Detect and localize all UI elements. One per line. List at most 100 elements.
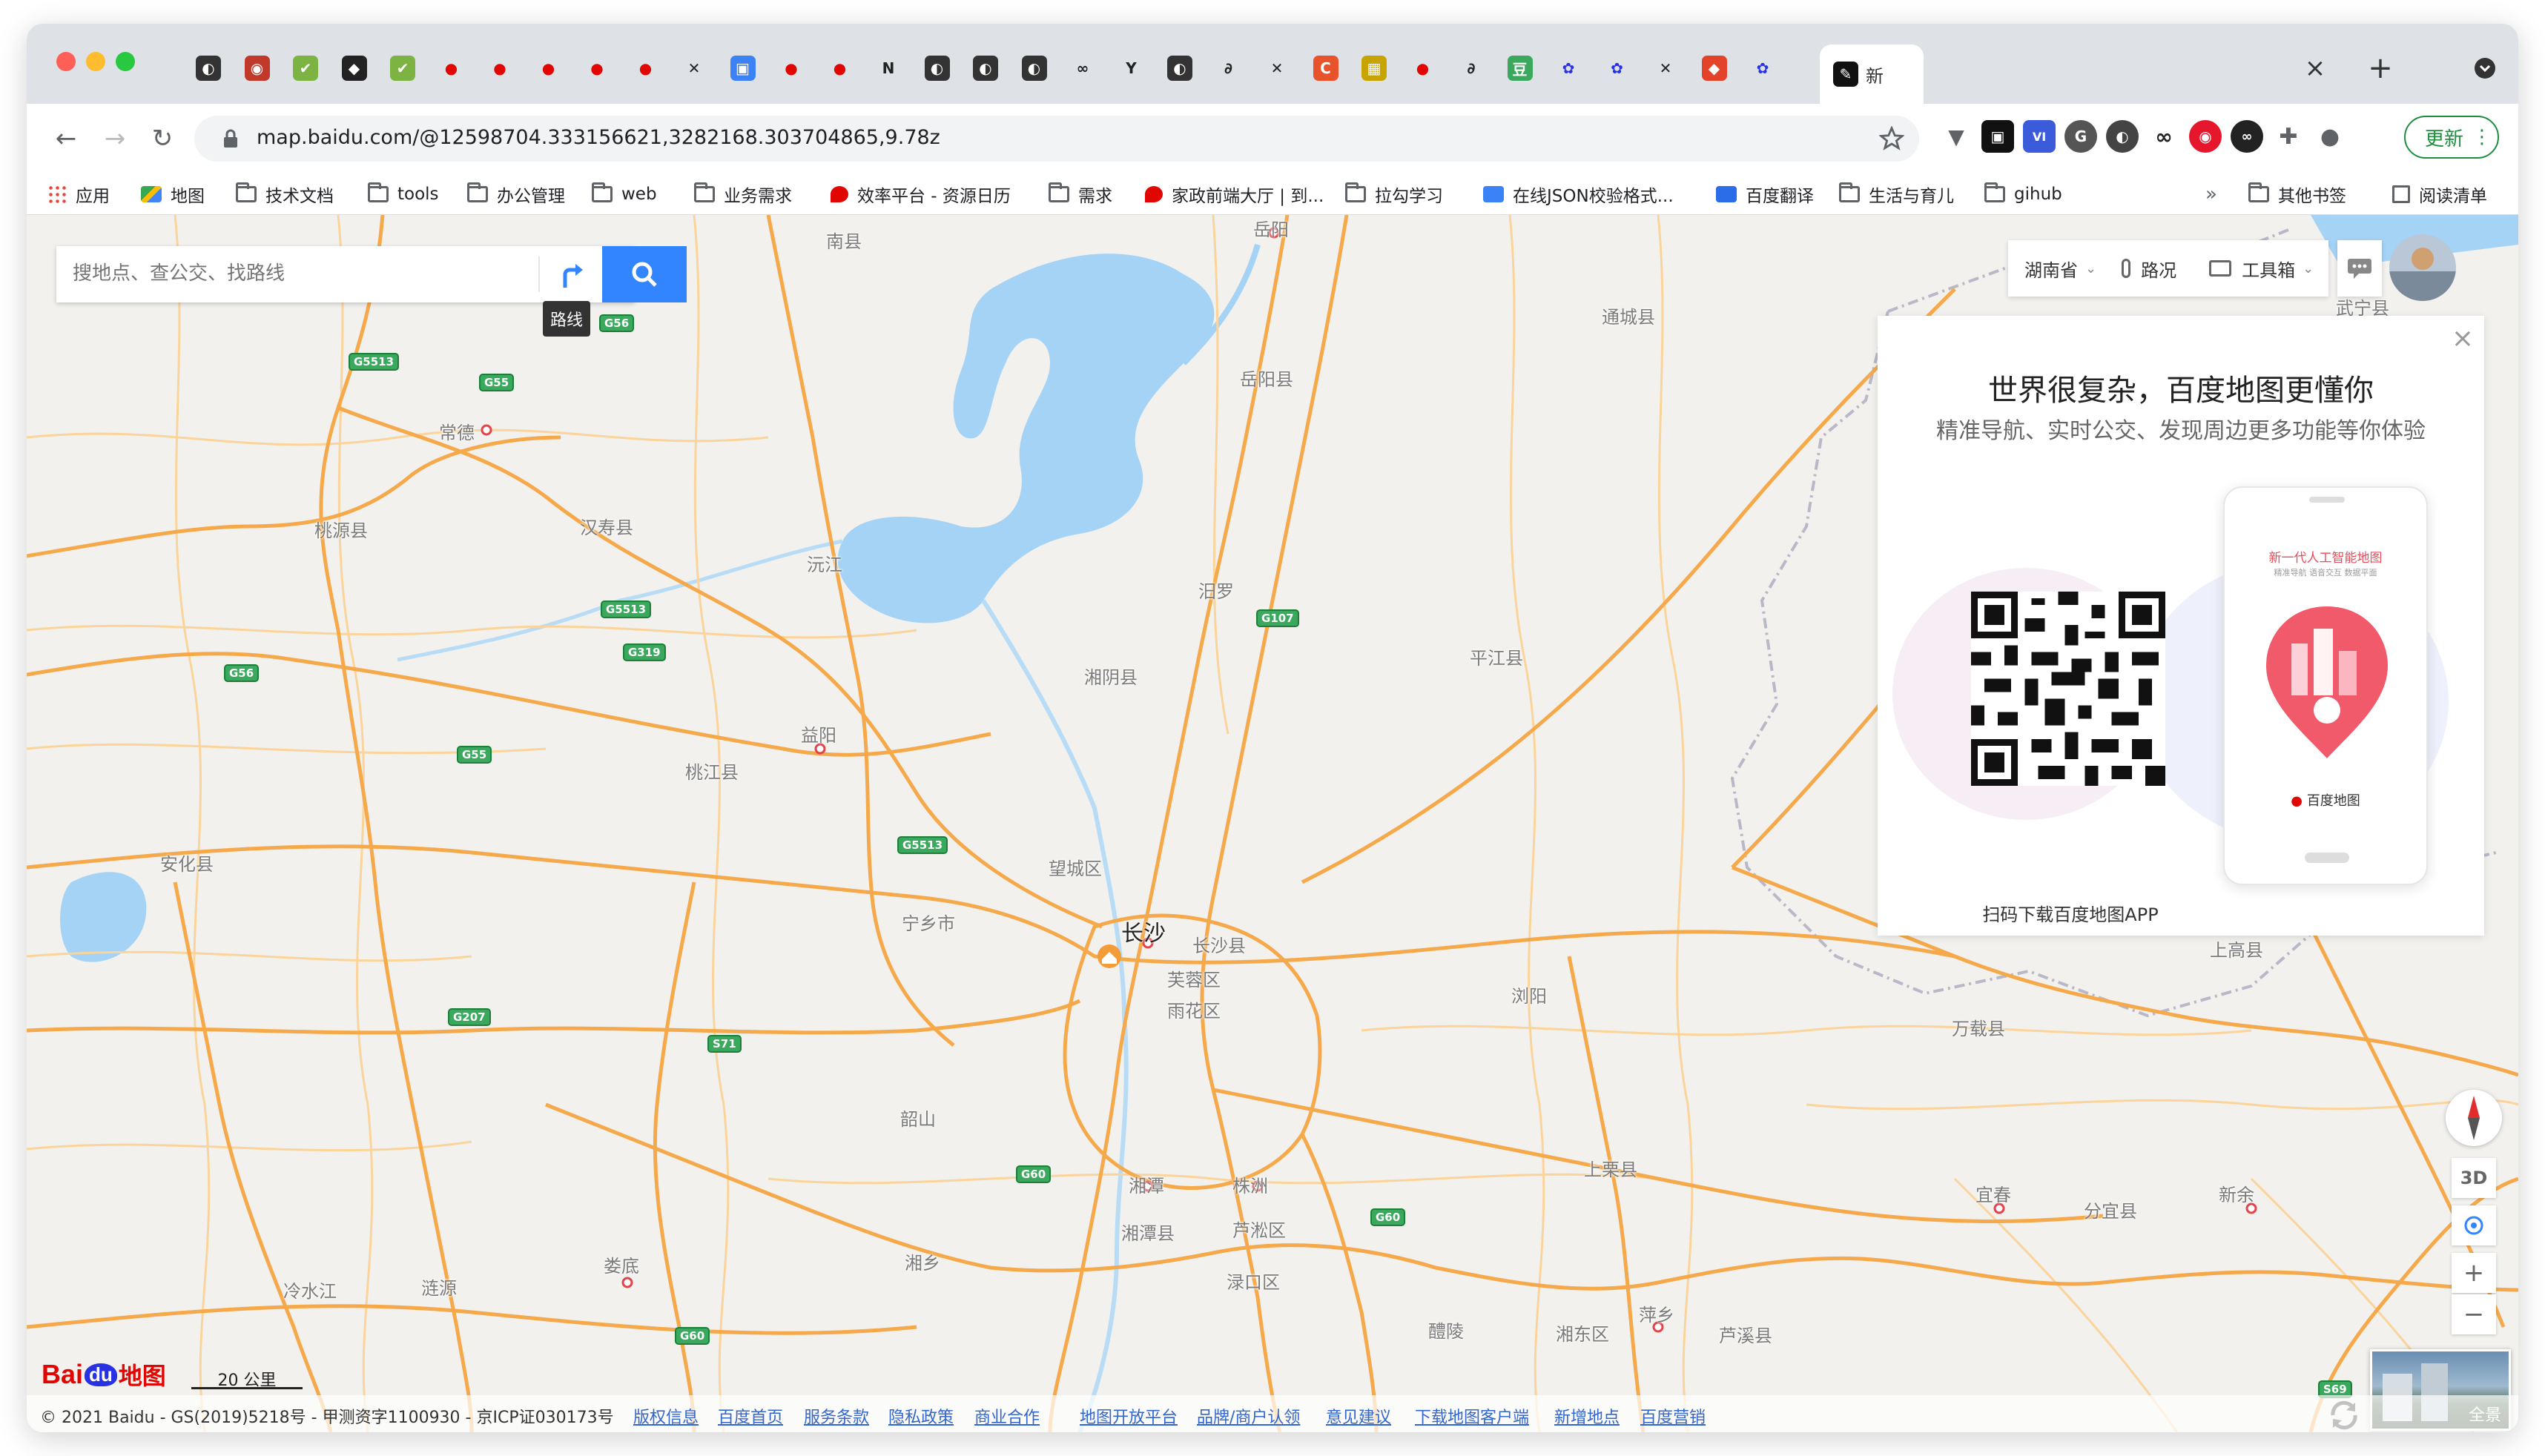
place-label[interactable]: 益阳 — [801, 721, 836, 747]
tab-10[interactable]: ● — [623, 46, 669, 90]
tab-16[interactable]: ◐ — [914, 46, 960, 90]
bookmark-item[interactable]: 生活与育儿 — [1839, 179, 1954, 209]
tab-1[interactable]: ◐ — [185, 46, 231, 90]
footer-link[interactable]: 商业合作 — [974, 1404, 1040, 1428]
tab-search-button[interactable] — [2466, 46, 2503, 90]
baidu-map-logo[interactable]: Bai du 地图 — [42, 1357, 166, 1392]
place-label[interactable]: 长沙县 — [1192, 931, 1246, 957]
maximize-window-button[interactable] — [116, 52, 135, 71]
tab-25[interactable]: ▦ — [1351, 46, 1397, 90]
tab-5[interactable]: ✔ — [380, 46, 426, 90]
bookmarks-overflow-button[interactable]: » — [2205, 179, 2217, 209]
place-label[interactable]: 上高县 — [2210, 936, 2263, 962]
place-label[interactable]: 宁乡市 — [902, 909, 955, 935]
tab-6[interactable]: ● — [429, 46, 475, 90]
footer-link[interactable]: 地图开放平台 — [1080, 1404, 1178, 1428]
close-window-button[interactable] — [56, 52, 76, 71]
bookmark-item[interactable]: 在线JSON校验格式... — [1483, 179, 1674, 209]
map-canvas[interactable]: 南县 岳阳 岳阳县 通城县 武宁县 常德 桃源县 汉寿县 沅江 汨罗 湘阴县 平… — [27, 215, 2518, 1432]
back-button[interactable]: ← — [47, 120, 85, 157]
place-label[interactable]: 平江县 — [1470, 643, 1523, 669]
place-label[interactable]: 新余 — [2219, 1180, 2254, 1206]
user-avatar[interactable] — [2389, 234, 2456, 301]
tab-15[interactable]: N — [865, 46, 911, 90]
place-label[interactable]: 湘东区 — [1556, 1320, 1609, 1346]
tab-24[interactable]: C — [1303, 46, 1349, 90]
footer-link[interactable]: 品牌/商户认领 — [1197, 1404, 1300, 1428]
grammarly-icon[interactable]: G — [2064, 120, 2097, 153]
tab-17[interactable]: ◐ — [963, 46, 1009, 90]
profile-icon[interactable]: ● — [2314, 120, 2346, 153]
tab-23[interactable]: ✕ — [1254, 46, 1300, 90]
forward-button[interactable]: → — [96, 120, 133, 157]
bookmark-item[interactable]: gihub — [1984, 179, 2062, 209]
place-label[interactable]: 冷水江 — [283, 1277, 337, 1303]
footer-link[interactable]: 新增地点 — [1554, 1404, 1620, 1428]
toolbox-menu[interactable]: 工具箱 ⌄ — [2209, 256, 2314, 282]
footer-link[interactable]: 隐私政策 — [888, 1404, 954, 1428]
place-label[interactable]: 湘潭县 — [1121, 1219, 1175, 1245]
bookmark-item[interactable]: 应用 — [47, 179, 110, 209]
place-label[interactable]: 醴陵 — [1428, 1317, 1464, 1343]
weibo-icon[interactable]: ◉ — [2189, 120, 2222, 153]
place-label[interactable]: 湘潭 — [1129, 1171, 1164, 1197]
tab-27[interactable]: ∂ — [1448, 46, 1494, 90]
tab-9[interactable]: ● — [574, 46, 620, 90]
qr-code-icon[interactable] — [1971, 592, 2165, 786]
message-button[interactable] — [2337, 240, 2382, 297]
tab-31[interactable]: ✕ — [1643, 46, 1689, 90]
extension-link-icon[interactable]: ∞ — [2231, 120, 2263, 153]
place-label[interactable]: 通城县 — [1602, 302, 1655, 328]
place-label[interactable]: 湘乡 — [905, 1248, 940, 1274]
bookmark-item[interactable]: 百度翻译 — [1716, 179, 1814, 209]
new-tab-button[interactable]: + — [2358, 46, 2403, 90]
address-bar[interactable]: map.baidu.com/@12598704.333156621,328216… — [194, 116, 1919, 162]
star-bookmark-icon[interactable] — [1879, 126, 1904, 151]
tab-13[interactable]: ● — [768, 46, 814, 90]
place-label[interactable]: 芙蓉区 — [1167, 965, 1221, 991]
bookmark-item[interactable]: 技术文档 — [236, 179, 334, 209]
place-label[interactable]: 汉寿县 — [580, 513, 633, 539]
map-search-input[interactable] — [71, 261, 501, 285]
map-search-button[interactable] — [602, 246, 687, 302]
place-label[interactable]: 雨花区 — [1167, 996, 1221, 1022]
3d-toggle-button[interactable]: 3D — [2452, 1158, 2496, 1198]
bookmark-item[interactable]: tools — [368, 179, 439, 209]
tab-26[interactable]: ● — [1400, 46, 1446, 90]
bookmark-item[interactable]: web — [592, 179, 657, 209]
province-selector[interactable]: 湖南省 ⌄ — [2008, 256, 2096, 282]
tab-8[interactable]: ● — [526, 46, 572, 90]
tab-14[interactable]: ● — [817, 46, 863, 90]
place-label[interactable]: 株洲 — [1232, 1171, 1268, 1197]
footer-link[interactable]: 服务条款 — [804, 1404, 869, 1428]
bookmark-item[interactable]: 业务需求 — [694, 179, 792, 209]
bookmark-reading-list[interactable]: 阅读清单 — [2392, 179, 2487, 209]
reload-button[interactable]: ↻ — [144, 120, 181, 157]
bookmark-item[interactable]: 办公管理 — [467, 179, 565, 209]
place-label[interactable]: 安化县 — [160, 850, 214, 876]
place-label[interactable]: 韶山 — [900, 1105, 936, 1131]
tab-20[interactable]: Y — [1109, 46, 1155, 90]
tab-21[interactable]: ◐ — [1157, 46, 1203, 90]
place-label[interactable]: 岳阳 — [1253, 215, 1289, 241]
footer-link[interactable]: 百度营销 — [1640, 1404, 1706, 1428]
traffic-toggle[interactable]: 路况 — [2122, 256, 2176, 282]
tab-18[interactable]: ◐ — [1011, 46, 1057, 90]
tab-11[interactable]: ✕ — [671, 46, 717, 90]
tab-33[interactable]: ✿ — [1740, 46, 1786, 90]
place-label[interactable]: 萍乡 — [1639, 1300, 1674, 1326]
puzzle-extensions-icon[interactable]: ✚ — [2272, 120, 2305, 153]
locate-button[interactable] — [2452, 1205, 2496, 1245]
tab-30[interactable]: ✿ — [1594, 46, 1640, 90]
tab-active[interactable]: ✎ 新 — [1820, 44, 1924, 104]
place-label[interactable]: 万载县 — [1952, 1014, 2005, 1040]
bookmark-item[interactable]: 拉勾学习 — [1345, 179, 1443, 209]
footer-link[interactable]: 百度首页 — [718, 1404, 783, 1428]
update-button[interactable]: 更新 ⋮ — [2404, 116, 2499, 159]
bookmark-item[interactable]: 地图 — [141, 179, 205, 209]
compass-control[interactable] — [2446, 1090, 2502, 1146]
place-label[interactable]: 芦淞区 — [1232, 1216, 1286, 1242]
tab-2[interactable]: ◉ — [234, 46, 280, 90]
bookmark-item[interactable]: 效率平台 - 资源日历 — [831, 179, 1011, 209]
place-label[interactable]: 上栗县 — [1584, 1155, 1637, 1181]
